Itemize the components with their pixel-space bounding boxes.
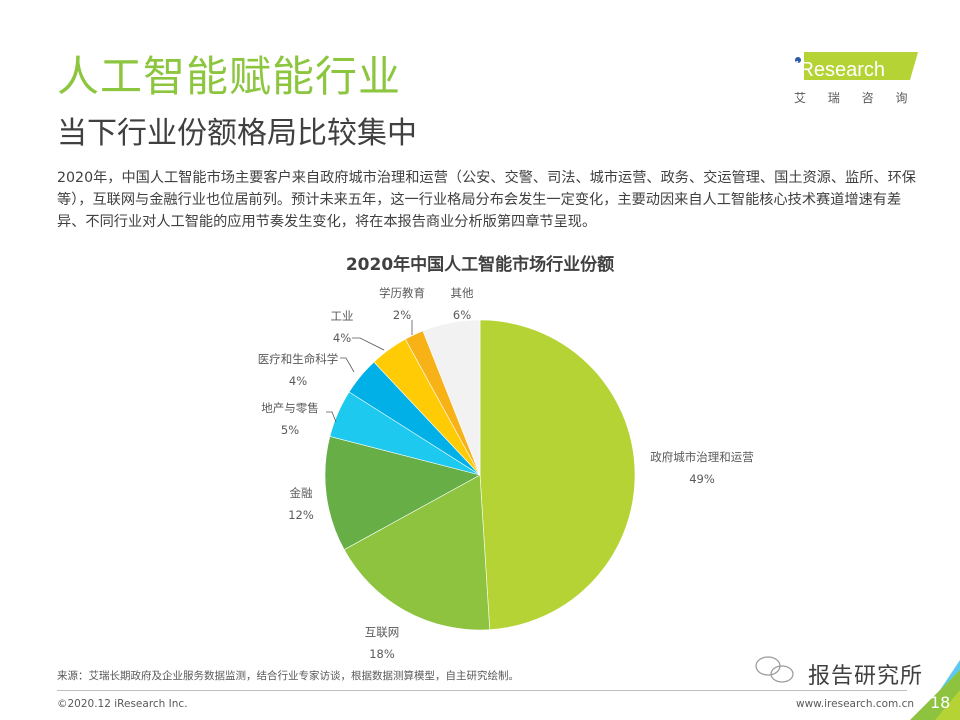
source-note: 来源：艾瑞长期政府及企业服务数据监测，结合行业专家访谈，根据数据测算模型，自主研… — [57, 670, 519, 682]
copyright: ©2020.12 iResearch Inc. — [57, 698, 188, 710]
leader-line — [340, 357, 355, 373]
pie-slice — [479, 319, 636, 631]
slice-label: 医疗和生命科学 — [258, 352, 339, 366]
watermark-text: 报告研究所 — [808, 664, 924, 689]
slice-value-label: 49% — [689, 472, 715, 486]
leader-line — [326, 411, 337, 423]
website: www.iresearch.com.cn — [796, 698, 915, 710]
slice-label: 地产与零售 — [261, 401, 319, 415]
slice-label: 学历教育 — [379, 286, 425, 300]
slice-label: 其他 — [451, 286, 474, 300]
leader-line — [352, 337, 385, 351]
slice-label: 政府城市治理和运营 — [650, 450, 754, 464]
slice-value-label: 4% — [289, 374, 307, 388]
slice-value-label: 2% — [393, 308, 411, 322]
slice-value-label: 5% — [281, 423, 299, 437]
slice-label: 工业 — [331, 309, 354, 323]
wechat-icon — [755, 656, 794, 683]
slice-value-label: 12% — [288, 508, 314, 522]
slice-value-label: 18% — [369, 647, 395, 661]
pie-chart: 政府城市治理和运营 49% 互联网 18% 金融 12% 地产与零售 5% 医疗和生命科学 4% 工… — [258, 286, 754, 661]
slice-value-label: 4% — [333, 331, 351, 345]
slice-value-label: 6% — [453, 308, 471, 322]
slice-label: 互联网 — [365, 625, 400, 639]
page-number: 18 — [930, 693, 951, 712]
slice-label: 金融 — [290, 486, 313, 500]
